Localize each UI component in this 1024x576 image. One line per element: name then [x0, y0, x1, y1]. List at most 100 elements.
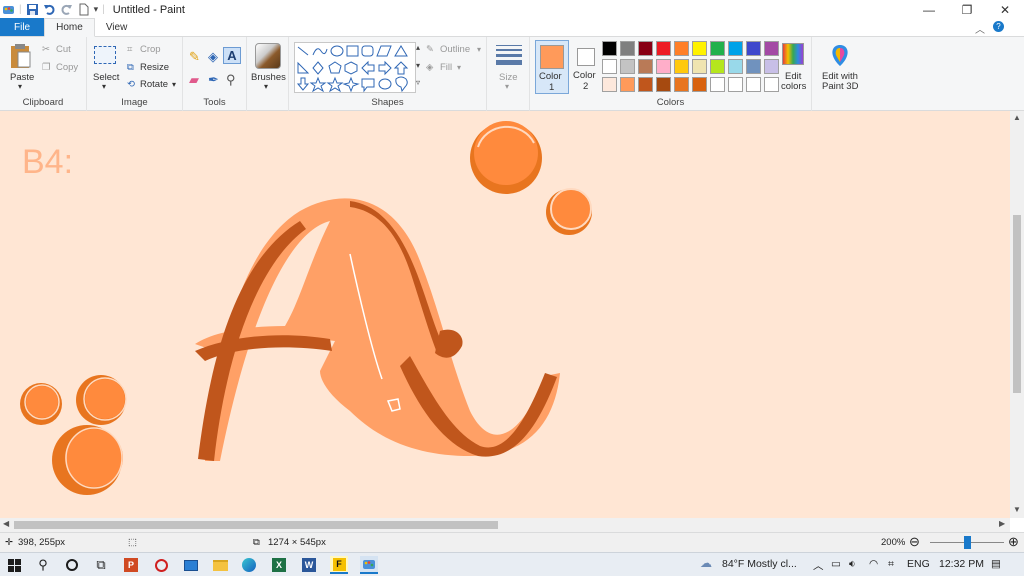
- wifi-icon[interactable]: ◠: [869, 558, 878, 570]
- palette-swatch[interactable]: [602, 77, 617, 92]
- powerpoint-icon[interactable]: P: [122, 556, 140, 574]
- file-explorer-icon[interactable]: [211, 556, 229, 574]
- palette-swatch[interactable]: [620, 59, 635, 74]
- edit-colors-icon[interactable]: [782, 43, 804, 65]
- rotate-icon[interactable]: ⟲: [127, 79, 135, 90]
- brushes-button[interactable]: Brushes: [251, 72, 286, 83]
- cut-icon[interactable]: ✂: [42, 44, 50, 55]
- task-view-icon[interactable]: ⧉: [92, 556, 110, 574]
- palette-swatch[interactable]: [638, 41, 653, 56]
- scroll-right-icon[interactable]: ▶: [999, 519, 1005, 528]
- recorder-icon[interactable]: [152, 556, 170, 574]
- palette-swatch[interactable]: [746, 59, 761, 74]
- vertical-scrollbar[interactable]: ▲ ▼: [1010, 111, 1024, 518]
- palette-swatch[interactable]: [674, 77, 689, 92]
- close-icon[interactable]: ✕: [986, 0, 1024, 19]
- palette-swatch[interactable]: [656, 77, 671, 92]
- color2-selector[interactable]: Color 2: [570, 40, 604, 94]
- scroll-down-icon[interactable]: ▼: [1013, 505, 1021, 514]
- palette-swatch[interactable]: [638, 77, 653, 92]
- display-icon[interactable]: ⌗: [888, 558, 894, 571]
- palette-swatch[interactable]: [764, 59, 779, 74]
- edge-icon[interactable]: [240, 556, 258, 574]
- excel-icon[interactable]: X: [270, 556, 288, 574]
- palette-swatch[interactable]: [674, 41, 689, 56]
- magnifier-icon[interactable]: ⚲: [226, 72, 236, 88]
- clock[interactable]: 12:32 PM: [939, 558, 984, 570]
- palette-swatch[interactable]: [692, 77, 707, 92]
- rotate-button[interactable]: Rotate: [140, 79, 168, 90]
- palette-swatch[interactable]: [728, 41, 743, 56]
- palette-swatch[interactable]: [728, 77, 743, 92]
- palette-swatch[interactable]: [656, 41, 671, 56]
- vertical-scroll-thumb[interactable]: [1013, 215, 1021, 393]
- paint3d-icon[interactable]: [829, 44, 851, 68]
- copy-button[interactable]: Copy: [56, 62, 78, 73]
- customize-qat-icon[interactable]: ▾: [94, 4, 99, 15]
- palette-swatch[interactable]: [674, 59, 689, 74]
- zoom-in-icon[interactable]: ⊕: [1008, 534, 1019, 550]
- color1-selector[interactable]: Color 1: [535, 40, 569, 94]
- zoom-slider-thumb[interactable]: [964, 536, 971, 549]
- color-picker-icon[interactable]: ✒: [208, 72, 219, 88]
- tab-file[interactable]: File: [0, 18, 45, 36]
- tab-home[interactable]: Home: [44, 18, 95, 37]
- fill-bucket-icon[interactable]: ◈: [208, 49, 218, 65]
- horizontal-scroll-thumb[interactable]: [14, 521, 498, 529]
- select-button[interactable]: Select: [93, 72, 119, 83]
- palette-swatch[interactable]: [764, 41, 779, 56]
- battery-icon[interactable]: ▭: [831, 558, 841, 570]
- foxit-icon[interactable]: F: [330, 556, 348, 574]
- cut-button[interactable]: Cut: [56, 44, 71, 55]
- palette-swatch[interactable]: [710, 59, 725, 74]
- crop-button[interactable]: Crop: [140, 44, 161, 55]
- paste-button[interactable]: Paste: [10, 72, 34, 83]
- search-icon[interactable]: ⚲: [34, 556, 52, 574]
- resize-icon[interactable]: ⧉: [127, 62, 134, 73]
- shapes-scroll-up-icon[interactable]: ▴: [416, 43, 420, 52]
- palette-swatch[interactable]: [620, 41, 635, 56]
- desktop-app-icon[interactable]: [182, 556, 200, 574]
- outline-button[interactable]: Outline: [440, 44, 470, 55]
- palette-swatch[interactable]: [692, 59, 707, 74]
- select-icon[interactable]: [94, 46, 116, 64]
- new-document-icon[interactable]: [77, 3, 90, 16]
- restore-icon[interactable]: ❐: [948, 0, 986, 19]
- resize-button[interactable]: Resize: [140, 62, 169, 73]
- cortana-icon[interactable]: [63, 556, 81, 574]
- save-icon[interactable]: [26, 3, 39, 16]
- tab-view[interactable]: View: [95, 18, 139, 36]
- crop-icon[interactable]: ⌗: [127, 44, 132, 55]
- paste-icon[interactable]: [9, 42, 33, 70]
- text-tool-icon[interactable]: A: [223, 47, 241, 64]
- help-icon[interactable]: ?: [993, 21, 1004, 32]
- weather-text[interactable]: 84°F Mostly cl...: [722, 558, 797, 570]
- canvas-area[interactable]: B4:: [0, 111, 1010, 518]
- scroll-up-icon[interactable]: ▲: [1013, 113, 1021, 122]
- palette-swatch[interactable]: [692, 41, 707, 56]
- shapes-gallery[interactable]: [294, 42, 416, 93]
- notifications-icon[interactable]: ▤: [991, 558, 1001, 570]
- minimize-icon[interactable]: —: [910, 0, 948, 19]
- brush-icon[interactable]: [255, 43, 281, 69]
- word-icon[interactable]: W: [300, 556, 318, 574]
- show-hidden-icons-icon[interactable]: ︿: [813, 558, 824, 573]
- start-icon[interactable]: [5, 556, 23, 574]
- fill-button[interactable]: Fill: [440, 62, 452, 73]
- palette-swatch[interactable]: [620, 77, 635, 92]
- eraser-icon[interactable]: ▰: [189, 72, 199, 88]
- palette-swatch[interactable]: [710, 41, 725, 56]
- size-icon[interactable]: [496, 45, 522, 65]
- horizontal-scrollbar[interactable]: ◀ ▶: [0, 518, 1010, 532]
- pencil-icon[interactable]: ✎: [189, 49, 200, 65]
- palette-swatch[interactable]: [746, 77, 761, 92]
- redo-icon[interactable]: [60, 3, 73, 16]
- palette-swatch[interactable]: [746, 41, 761, 56]
- palette-swatch[interactable]: [602, 41, 617, 56]
- zoom-out-icon[interactable]: ⊖: [909, 534, 920, 550]
- outline-icon[interactable]: ✎: [426, 44, 434, 55]
- undo-icon[interactable]: [43, 3, 56, 16]
- palette-swatch[interactable]: [728, 59, 743, 74]
- palette-swatch[interactable]: [710, 77, 725, 92]
- palette-swatch[interactable]: [656, 59, 671, 74]
